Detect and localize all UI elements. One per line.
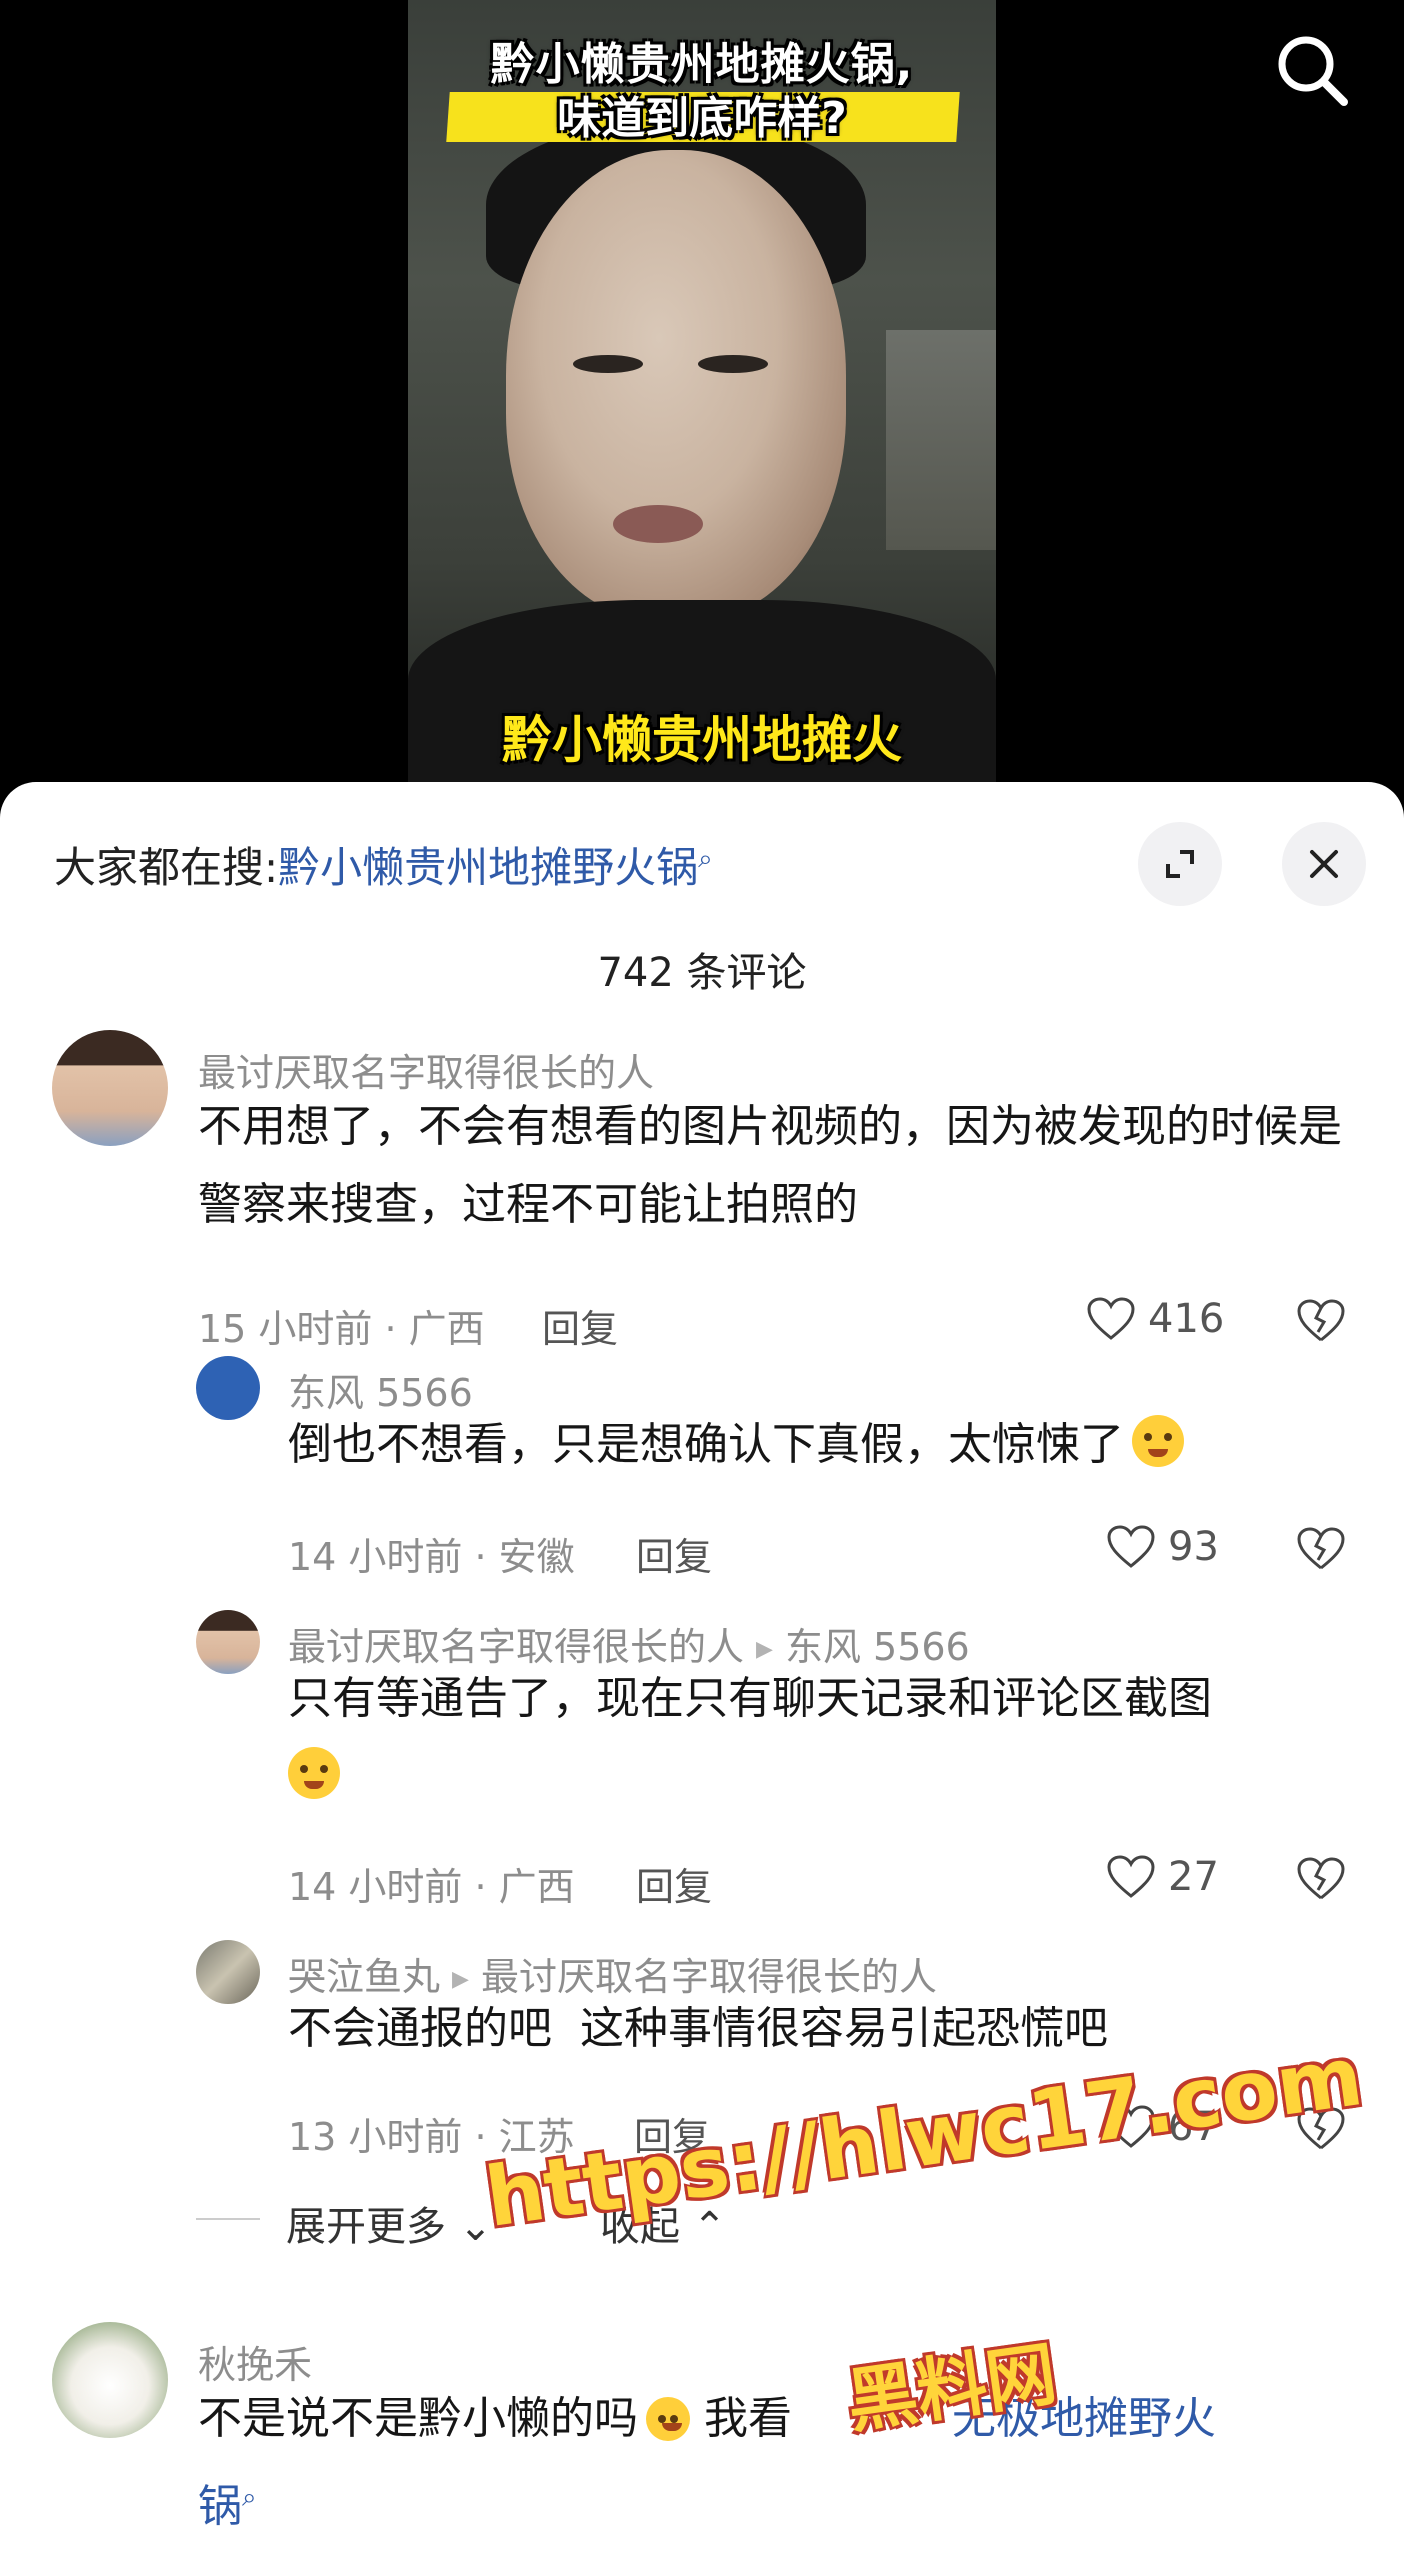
- broken-heart-icon: [1297, 1527, 1345, 1570]
- comment-text-content: 不是说不是黔小懒的吗: [198, 2393, 638, 2444]
- trending-search-label: 大家都在搜:: [54, 843, 279, 892]
- comment-text-content: 只有等通告了，现在只有聊天记录和评论区截图: [288, 1673, 1212, 1724]
- expand-icon: [1166, 850, 1194, 878]
- avatar[interactable]: [196, 1940, 260, 2004]
- person-mouth: [613, 505, 703, 543]
- comment-sheet: 大家都在搜:黔小懒贵州地摊野火锅⌕ 742 条评论 最讨厌取名字取得很长的人 不…: [0, 782, 1404, 2560]
- search-button[interactable]: [1272, 30, 1352, 110]
- trending-search-link[interactable]: 黔小懒贵州地摊野火锅: [278, 843, 698, 892]
- heart-icon: [1107, 1855, 1155, 1898]
- comment-text: 不是说不是黔小懒的吗 我看 无极地摊野火 锅⌕: [198, 2380, 1358, 2546]
- comment-meta: 14 小时前 · 安徽: [288, 1535, 575, 1579]
- comment-text: 倒也不想看，只是想确认下真假，太惊悚了: [288, 1406, 1348, 1484]
- comment-text-content: 倒也不想看，只是想确认下真假，太惊悚了: [288, 1419, 1124, 1470]
- reply-arrow-icon: ▶: [452, 1967, 469, 1992]
- video-player[interactable]: 黔小懒贵州地摊火锅, 味道到底咋样? 黔小懒贵州地摊火: [0, 0, 1404, 800]
- like-count: 27: [1168, 1854, 1219, 1900]
- close-icon: [1310, 850, 1338, 878]
- reply-button[interactable]: 回复: [636, 1856, 712, 1911]
- broken-heart-icon: [1297, 1299, 1345, 1342]
- video-subtitle: 黔小懒贵州地摊火: [502, 711, 902, 769]
- expand-button[interactable]: [1138, 822, 1222, 906]
- laughing-emoji: [288, 1747, 340, 1799]
- reply-button[interactable]: 回复: [542, 1298, 618, 1353]
- search-keyword-link[interactable]: 锅⌕: [198, 2481, 257, 2532]
- expand-more-label: 展开更多: [286, 2204, 446, 2250]
- avatar[interactable]: [52, 1030, 168, 1146]
- search-icon: ⌕: [698, 844, 713, 874]
- reply-button[interactable]: 回复: [636, 1526, 712, 1581]
- close-button[interactable]: [1282, 822, 1366, 906]
- reply-arrow-icon: ▶: [756, 1637, 773, 1662]
- search-keyword-link-tail: 锅: [198, 2480, 242, 2532]
- comment-text: 只有等通告了，现在只有聊天记录和评论区截图: [288, 1660, 1348, 1816]
- like-button[interactable]: 416: [1086, 1296, 1224, 1342]
- like-button[interactable]: 93: [1106, 1524, 1219, 1570]
- heart-icon: [1107, 1525, 1155, 1568]
- person-face: [506, 150, 846, 620]
- dislike-button[interactable]: [1296, 1856, 1346, 1906]
- chevron-down-icon: ⌄: [458, 2204, 493, 2250]
- video-title-caption-2: 味道到底咋样?: [557, 93, 847, 144]
- dislike-button[interactable]: [1296, 1298, 1346, 1348]
- comment-meta: 15 小时前 · 广西: [198, 1307, 485, 1351]
- heart-icon: [1087, 1297, 1135, 1340]
- comment-count: 742 条评论: [597, 950, 807, 996]
- dislike-button[interactable]: [1296, 1526, 1346, 1576]
- expand-more-button[interactable]: 展开更多 ⌄: [286, 2194, 492, 2252]
- flushed-emoji: [1132, 1415, 1184, 1467]
- like-count: 93: [1168, 1524, 1219, 1570]
- avatar[interactable]: [196, 1356, 260, 1420]
- like-button[interactable]: 27: [1106, 1854, 1219, 1900]
- comment-text: 不用想了，不会有想看的图片视频的，因为被发现的时候是警察来搜查，过程不可能让拍照…: [198, 1101, 1342, 1230]
- person-eye: [573, 355, 643, 373]
- shocked-emoji: [646, 2397, 690, 2441]
- thread-divider: [196, 2218, 260, 2220]
- broken-heart-icon: [1297, 1857, 1345, 1900]
- avatar[interactable]: [52, 2322, 168, 2438]
- comment-meta: 14 小时前 · 广西: [288, 1865, 575, 1909]
- comment-text-content: 我看: [704, 2393, 792, 2444]
- trending-search-bar: 大家都在搜:黔小懒贵州地摊野火锅⌕: [54, 834, 713, 895]
- avatar[interactable]: [196, 1610, 260, 1674]
- like-count: 416: [1148, 1296, 1225, 1342]
- person-eye: [698, 355, 768, 373]
- video-frame: 黔小懒贵州地摊火锅, 味道到底咋样? 黔小懒贵州地摊火: [408, 0, 996, 800]
- search-icon: ⌕: [242, 2482, 257, 2512]
- background-shelf: [886, 330, 996, 550]
- search-icon: [1278, 36, 1348, 106]
